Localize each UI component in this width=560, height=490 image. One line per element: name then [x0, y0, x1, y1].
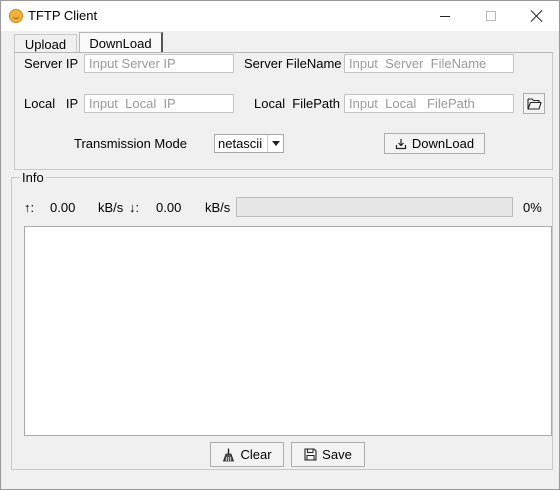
- local-filepath-input[interactable]: Input Local FilePath: [344, 94, 514, 113]
- minimize-button[interactable]: [422, 1, 468, 31]
- server-ip-label: Server IP: [24, 56, 79, 71]
- floppy-disk-icon: [304, 448, 317, 461]
- upload-speed-value: 0.00: [50, 200, 76, 215]
- broom-icon: [223, 448, 235, 461]
- upload-speed-unit: kB/s: [98, 200, 124, 215]
- clear-button-label: Clear: [240, 447, 272, 462]
- info-log-textarea[interactable]: [24, 226, 552, 436]
- minimize-icon: [440, 15, 450, 17]
- download-icon: [395, 138, 407, 149]
- save-button[interactable]: Save: [291, 442, 365, 467]
- maximize-icon: [486, 11, 496, 21]
- local-ip-label: Local IP: [24, 96, 79, 111]
- main-window: TFTP Client Upload DownLoad Server IP In…: [0, 0, 560, 490]
- server-filename-label: Server FileName: [244, 56, 342, 71]
- local-ip-input[interactable]: Input Local IP: [84, 94, 234, 113]
- browse-button[interactable]: [523, 93, 545, 114]
- close-icon: [531, 10, 543, 22]
- progress-percent: 0%: [523, 200, 542, 215]
- close-button[interactable]: [514, 1, 560, 31]
- local-filepath-label: Local FilePath: [254, 96, 340, 111]
- download-button-label: DownLoad: [411, 136, 475, 151]
- server-filename-input[interactable]: Input Server FileName: [344, 54, 514, 73]
- upload-speed-arrow: ↑:: [24, 200, 35, 215]
- download-speed-unit: kB/s: [205, 200, 231, 215]
- chevron-down-icon: [267, 135, 283, 152]
- window-title: TFTP Client: [28, 8, 98, 23]
- tab-upload[interactable]: Upload: [14, 34, 77, 53]
- transmission-mode-label: Transmission Mode: [74, 136, 187, 151]
- transfer-progress-bar: [236, 197, 513, 217]
- transmission-mode-select[interactable]: netascii: [214, 134, 284, 153]
- download-speed-arrow: ↓:: [129, 200, 140, 215]
- server-ip-input[interactable]: Input Server IP: [84, 54, 234, 73]
- maximize-button: [468, 1, 514, 31]
- app-icon: [9, 9, 23, 23]
- info-group-label: Info: [20, 170, 46, 185]
- download-button[interactable]: DownLoad: [384, 133, 485, 154]
- folder-open-icon: [526, 98, 542, 110]
- download-speed-value: 0.00: [156, 200, 182, 215]
- tab-download[interactable]: DownLoad: [79, 32, 163, 53]
- clear-button[interactable]: Clear: [210, 442, 284, 467]
- transmission-mode-value: netascii: [218, 136, 263, 151]
- save-button-label: Save: [322, 447, 352, 462]
- title-bar[interactable]: TFTP Client: [1, 1, 559, 31]
